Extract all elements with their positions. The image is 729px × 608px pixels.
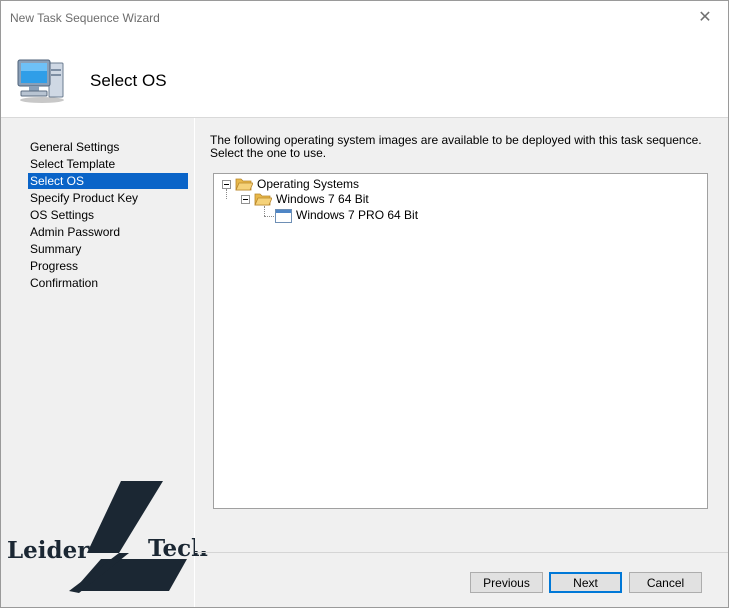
- os-image-icon: [275, 209, 292, 223]
- logo-text-left: Leider: [7, 537, 90, 564]
- close-icon: ✕: [698, 9, 712, 26]
- nav-item-progress[interactable]: Progress: [28, 258, 188, 274]
- footer-divider: [195, 552, 728, 553]
- tree-connector: [264, 216, 274, 217]
- instructions-text: The following operating system images ar…: [210, 133, 702, 160]
- collapse-toggle-windows-7-64-bit[interactable]: [241, 195, 250, 204]
- window-title: New Task Sequence Wizard: [10, 11, 160, 25]
- previous-button[interactable]: Previous: [470, 572, 543, 593]
- tree-connector: [226, 189, 227, 199]
- page-title: Select OS: [90, 71, 167, 90]
- nav-item-general-settings[interactable]: General Settings: [28, 139, 188, 155]
- tree-connector: [264, 206, 265, 216]
- nav-item-select-os[interactable]: Select OS: [28, 173, 188, 189]
- tree-node-windows-7-pro-64-bit[interactable]: Windows 7 PRO 64 Bit: [296, 207, 418, 223]
- tree-node-windows-7-64-bit[interactable]: Windows 7 64 Bit: [276, 191, 369, 207]
- wizard-steps-nav: General Settings Select Template Select …: [1, 118, 208, 607]
- wizard-window: New Task Sequence Wizard ✕ Select OS Gen…: [0, 0, 729, 608]
- nav-item-specify-product-key[interactable]: Specify Product Key: [28, 190, 188, 206]
- title-bar: New Task Sequence Wizard ✕: [1, 1, 728, 33]
- nav-item-confirmation[interactable]: Confirmation: [28, 275, 188, 291]
- nav-item-select-template[interactable]: Select Template: [28, 156, 188, 172]
- computer-icon: [17, 59, 64, 103]
- folder-open-icon: [254, 193, 272, 206]
- cancel-button[interactable]: Cancel: [629, 572, 702, 593]
- folder-open-icon: [235, 178, 253, 191]
- tree-node-operating-systems[interactable]: Operating Systems: [257, 176, 359, 192]
- next-button[interactable]: Next: [549, 572, 622, 593]
- watermark-logo: Leider Tech: [7, 481, 219, 597]
- collapse-toggle-operating-systems[interactable]: [222, 180, 231, 189]
- nav-item-os-settings[interactable]: OS Settings: [28, 207, 188, 223]
- close-button[interactable]: ✕: [682, 1, 728, 33]
- content-panel: The following operating system images ar…: [195, 118, 728, 551]
- wizard-body: General Settings Select Template Select …: [1, 118, 728, 607]
- os-tree-view[interactable]: Operating Systems Windows 7 64 Bit Windo…: [213, 173, 708, 509]
- wizard-header: Select OS: [1, 33, 728, 118]
- nav-item-admin-password[interactable]: Admin Password: [28, 224, 188, 240]
- nav-item-summary[interactable]: Summary: [28, 241, 188, 257]
